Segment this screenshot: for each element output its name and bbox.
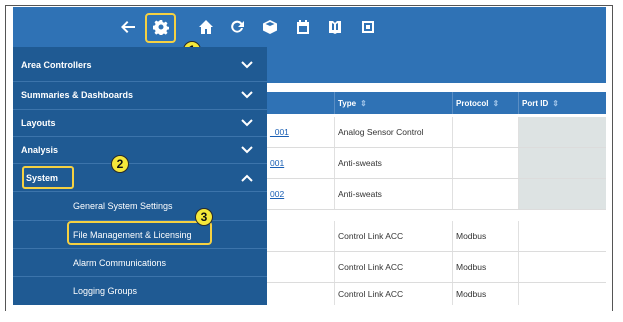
chevron-down-icon <box>241 60 253 70</box>
menu-item-label: Logging Groups <box>73 286 138 296</box>
row-port-id <box>519 148 606 178</box>
row-name-link[interactable]: _001 <box>270 127 289 137</box>
menu-divider <box>13 163 267 164</box>
row-port-id <box>519 221 606 251</box>
row-name-link[interactable]: 001 <box>270 158 284 168</box>
calendar-icon[interactable] <box>294 18 312 36</box>
menu-item-alarm-communications[interactable]: Alarm Communications <box>13 249 267 277</box>
menu-item-label: Alarm Communications <box>73 258 167 268</box>
column-header-type[interactable]: Type ⇕ <box>335 92 453 114</box>
menu-item-analysis[interactable]: Analysis <box>13 138 267 162</box>
column-header-protocol[interactable]: Protocol ⇕ <box>453 92 519 114</box>
device-icon[interactable] <box>359 18 377 36</box>
menu-item-summaries-dashboards[interactable]: Summaries & Dashboards <box>13 83 267 107</box>
row-type: Control Link ACC <box>335 252 453 282</box>
menu-divider <box>13 109 267 110</box>
row-protocol: Modbus <box>453 283 519 305</box>
menu-item-general-system-settings[interactable]: General System Settings <box>13 192 267 220</box>
row-type: Control Link ACC <box>335 283 453 305</box>
chevron-down-icon <box>241 118 253 128</box>
menu-divider <box>13 136 267 137</box>
row-type: Control Link ACC <box>335 221 453 251</box>
gear-highlight-box <box>145 13 176 43</box>
menu-item-label: General System Settings <box>73 201 173 211</box>
column-header-name[interactable] <box>267 92 335 114</box>
table-row[interactable]: 001 Anti-sweats <box>267 148 606 179</box>
row-type: Analog Sensor Control <box>335 117 453 147</box>
home-icon[interactable] <box>197 18 215 36</box>
table-row[interactable]: Control Link ACC Modbus <box>267 283 606 305</box>
callout-3: 3 <box>195 208 213 226</box>
chevron-up-icon <box>241 173 253 183</box>
row-protocol <box>453 179 519 209</box>
sort-icon: ⇕ <box>552 98 559 108</box>
row-type: Anti-sweats <box>335 179 453 209</box>
top-toolbar <box>13 7 606 47</box>
chevron-down-icon <box>241 90 253 100</box>
row-protocol <box>453 117 519 147</box>
back-arrow-icon[interactable] <box>119 18 137 36</box>
row-port-id <box>519 283 606 305</box>
menu-item-label: Analysis <box>21 145 59 155</box>
row-port-id <box>519 117 606 147</box>
table-row[interactable]: Control Link ACC Modbus <box>267 252 606 283</box>
table-row[interactable]: _001 Analog Sensor Control <box>267 117 606 148</box>
menu-item-label: Area Controllers <box>21 60 92 70</box>
table-row[interactable]: Control Link ACC Modbus <box>267 221 606 252</box>
sort-icon: ⇕ <box>492 98 500 108</box>
row-protocol: Modbus <box>453 252 519 282</box>
menu-divider <box>13 81 267 82</box>
menu-item-layouts[interactable]: Layouts <box>13 111 267 135</box>
menu-item-label: Layouts <box>21 118 56 128</box>
row-protocol <box>453 148 519 178</box>
row-port-id <box>519 179 606 209</box>
callout-2: 2 <box>111 155 129 173</box>
system-highlight-box <box>22 166 74 189</box>
table-header: Type ⇕ Protocol ⇕ Port ID ⇕ <box>267 92 606 114</box>
refresh-icon[interactable] <box>228 18 246 36</box>
book-icon[interactable] <box>326 18 344 36</box>
cube-icon[interactable] <box>261 18 279 36</box>
menu-item-label: Summaries & Dashboards <box>21 90 134 100</box>
column-header-port-id[interactable]: Port ID ⇕ <box>519 92 606 114</box>
menu-item-area-controllers[interactable]: Area Controllers <box>13 53 267 77</box>
row-protocol: Modbus <box>453 221 519 251</box>
menu-item-logging-groups[interactable]: Logging Groups <box>13 277 267 305</box>
table-row[interactable]: 002 Anti-sweats <box>267 179 606 210</box>
row-port-id <box>519 252 606 282</box>
row-name-link[interactable]: 002 <box>270 189 284 199</box>
row-type: Anti-sweats <box>335 148 453 178</box>
sort-icon: ⇕ <box>360 98 367 108</box>
chevron-down-icon <box>241 145 253 155</box>
file-management-highlight-box <box>67 221 212 245</box>
